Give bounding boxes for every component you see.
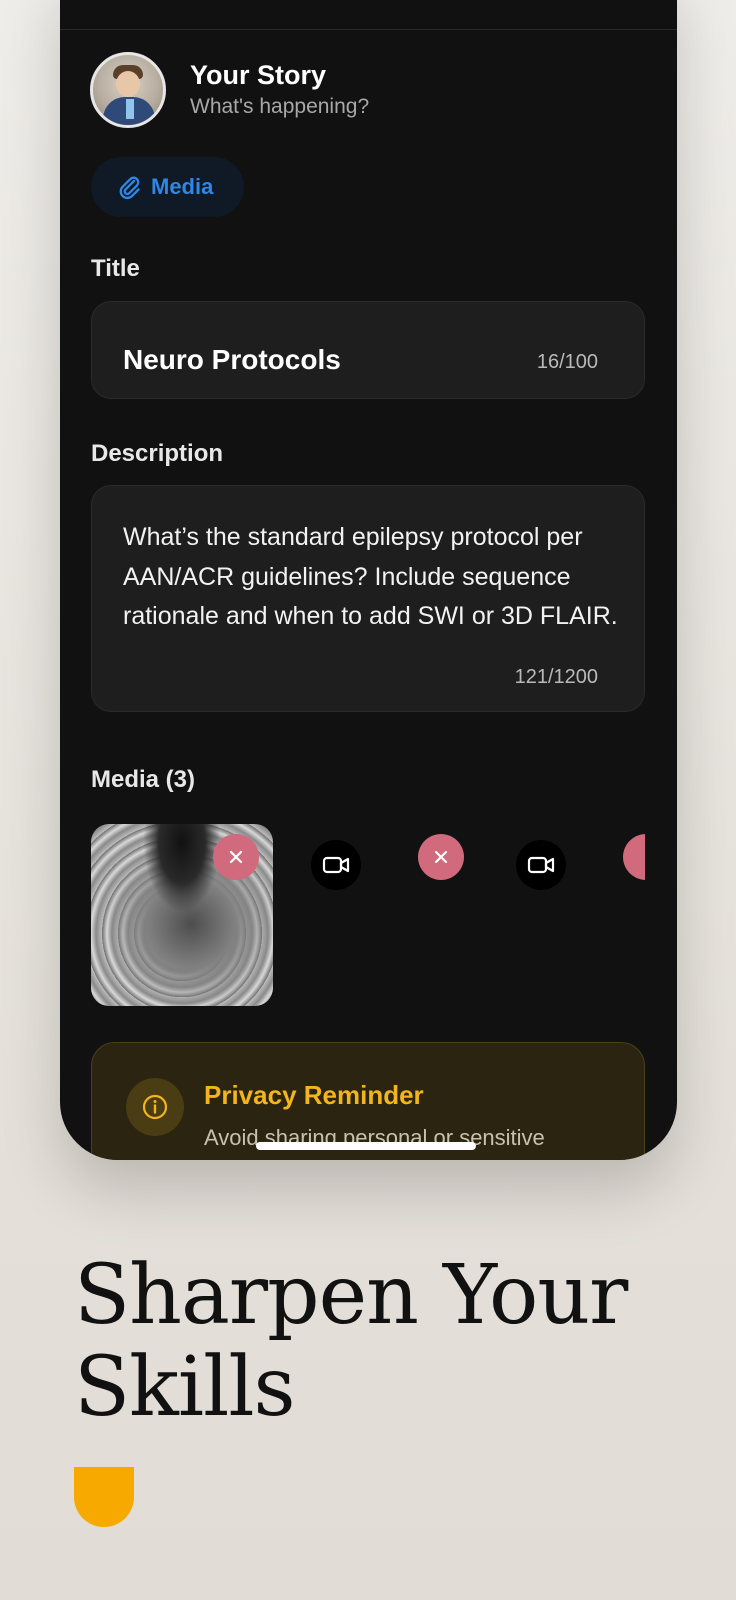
info-icon — [126, 1078, 184, 1136]
home-indicator — [256, 1142, 476, 1150]
headline-line-2: Skills — [74, 1340, 296, 1435]
story-subtitle: What's happening? — [190, 95, 370, 118]
headline-line-1: Sharpen Your — [74, 1248, 628, 1343]
media-button[interactable]: Media — [91, 157, 244, 217]
phone-screen: Your Story What's happening? Media Title… — [60, 0, 677, 1160]
video-media-button[interactable] — [311, 840, 361, 890]
description-input[interactable]: What’s the standard epilepsy protocol pe… — [91, 485, 645, 712]
title-input[interactable]: Neuro Protocols 16/100 — [91, 301, 645, 399]
description-value: What’s the standard epilepsy protocol pe… — [123, 523, 618, 630]
media-section-label: Media (3) — [91, 766, 196, 793]
story-title: Your Story — [190, 60, 327, 90]
media-button-label: Media — [151, 174, 214, 199]
close-icon — [434, 850, 448, 864]
description-label: Description — [91, 440, 224, 467]
privacy-title: Privacy Reminder — [204, 1080, 424, 1110]
remove-media-button[interactable] — [418, 834, 464, 880]
title-counter: 16/100 — [536, 351, 598, 373]
remove-media-button[interactable] — [213, 834, 259, 880]
video-media-button[interactable] — [516, 840, 566, 890]
video-camera-icon — [527, 856, 555, 874]
description-counter: 121/1200 — [514, 666, 598, 688]
avatar[interactable] — [90, 52, 166, 128]
composer-header: Your Story What's happening? — [90, 52, 369, 128]
marketing-headline: Sharpen Your Skills — [74, 1248, 628, 1435]
title-label: Title — [91, 255, 140, 282]
top-divider — [60, 29, 677, 30]
media-row — [91, 824, 645, 1006]
header-text: Your Story What's happening? — [190, 59, 369, 121]
brand-accent-shape — [74, 1467, 134, 1527]
remove-media-button[interactable] — [623, 834, 645, 880]
paperclip-icon — [119, 176, 140, 200]
close-icon — [229, 850, 243, 864]
title-value: Neuro Protocols — [123, 344, 341, 375]
video-camera-icon — [322, 856, 350, 874]
